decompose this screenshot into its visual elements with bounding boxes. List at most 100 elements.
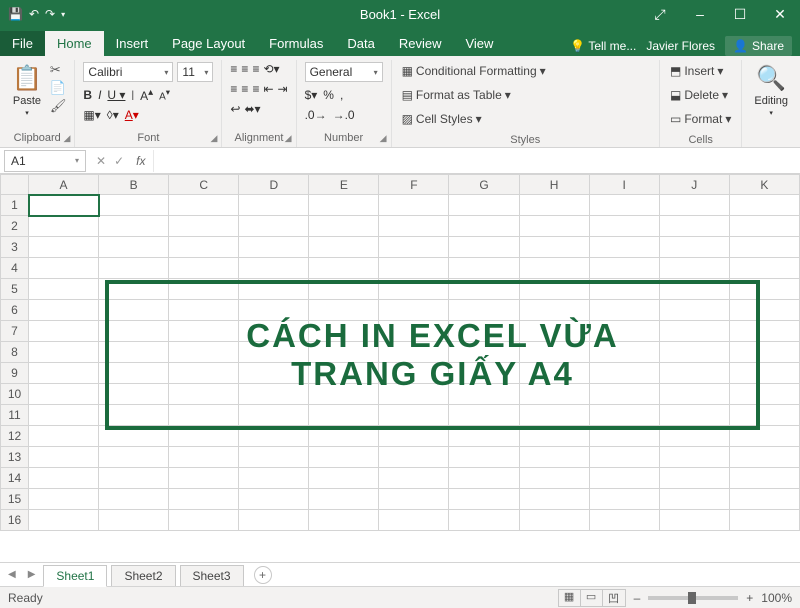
cell-J5[interactable] (659, 279, 729, 300)
cell-G1[interactable] (449, 195, 519, 216)
cell-G14[interactable] (449, 468, 519, 489)
qat-customize-icon[interactable]: ▾ (61, 10, 65, 19)
font-color-icon[interactable]: A▾ (125, 108, 139, 122)
cell-B16[interactable] (99, 510, 169, 531)
cell-E16[interactable] (309, 510, 379, 531)
sheet-nav-next[interactable]: ▶ (24, 569, 40, 580)
cell-D10[interactable] (239, 384, 309, 405)
cell-J11[interactable] (659, 405, 729, 426)
cell-K11[interactable] (729, 405, 799, 426)
cell-D9[interactable] (239, 363, 309, 384)
cell-F6[interactable] (379, 300, 449, 321)
format-cells-button[interactable]: ▭Format ▾ (668, 110, 733, 128)
editing-button[interactable]: 🔍 Editing ▾ (750, 62, 792, 119)
cell-K1[interactable] (729, 195, 799, 216)
cell-F10[interactable] (379, 384, 449, 405)
cell-H8[interactable] (519, 342, 589, 363)
cell-E14[interactable] (309, 468, 379, 489)
cell-K2[interactable] (729, 216, 799, 237)
cell-F1[interactable] (379, 195, 449, 216)
cell-A8[interactable] (29, 342, 99, 363)
cell-A6[interactable] (29, 300, 99, 321)
cell-J6[interactable] (659, 300, 729, 321)
cell-F2[interactable] (379, 216, 449, 237)
increase-decimal-icon[interactable]: .0→ (305, 108, 327, 122)
cell-H10[interactable] (519, 384, 589, 405)
cell-G12[interactable] (449, 426, 519, 447)
close-button[interactable]: ✕ (760, 0, 800, 28)
cell-E13[interactable] (309, 447, 379, 468)
insert-cells-button[interactable]: ⬒Insert ▾ (668, 62, 733, 80)
cell-E6[interactable] (309, 300, 379, 321)
cell-B13[interactable] (99, 447, 169, 468)
underline-button[interactable]: U ▾ (107, 88, 125, 102)
font-size-select[interactable]: 11▾ (177, 62, 213, 82)
cell-G9[interactable] (449, 363, 519, 384)
cell-K6[interactable] (729, 300, 799, 321)
col-header-J[interactable]: J (659, 175, 729, 195)
fx-icon[interactable]: fx (136, 154, 145, 168)
cell-B11[interactable] (99, 405, 169, 426)
cell-I11[interactable] (589, 405, 659, 426)
cell-C4[interactable] (169, 258, 239, 279)
cell-K3[interactable] (729, 237, 799, 258)
tab-view[interactable]: View (453, 31, 505, 56)
cell-H3[interactable] (519, 237, 589, 258)
cell-J10[interactable] (659, 384, 729, 405)
cell-F9[interactable] (379, 363, 449, 384)
clipboard-dialog-launcher[interactable]: ◢ (63, 133, 70, 144)
italic-button[interactable]: I (98, 88, 101, 102)
cell-A10[interactable] (29, 384, 99, 405)
cell-G7[interactable] (449, 321, 519, 342)
cell-F5[interactable] (379, 279, 449, 300)
page-break-view-icon[interactable]: 凹 (603, 590, 625, 606)
cell-I6[interactable] (589, 300, 659, 321)
worksheet-grid[interactable]: ABCDEFGHIJK12345678910111213141516 CÁCH … (0, 174, 800, 562)
row-header-11[interactable]: 11 (1, 405, 29, 426)
cell-F15[interactable] (379, 489, 449, 510)
cell-A11[interactable] (29, 405, 99, 426)
cell-I8[interactable] (589, 342, 659, 363)
cell-D5[interactable] (239, 279, 309, 300)
comma-icon[interactable]: , (340, 88, 343, 102)
cell-K12[interactable] (729, 426, 799, 447)
cell-A5[interactable] (29, 279, 99, 300)
cell-I9[interactable] (589, 363, 659, 384)
cell-C1[interactable] (169, 195, 239, 216)
cell-J7[interactable] (659, 321, 729, 342)
row-header-5[interactable]: 5 (1, 279, 29, 300)
cell-C15[interactable] (169, 489, 239, 510)
cell-C5[interactable] (169, 279, 239, 300)
alignment-dialog-launcher[interactable]: ◢ (285, 133, 292, 144)
sheet-nav-prev[interactable]: ◀ (4, 569, 20, 580)
cell-J8[interactable] (659, 342, 729, 363)
row-header-7[interactable]: 7 (1, 321, 29, 342)
row-header-13[interactable]: 13 (1, 447, 29, 468)
tell-me[interactable]: 💡 Tell me... (570, 39, 636, 53)
cell-B9[interactable] (99, 363, 169, 384)
cell-D13[interactable] (239, 447, 309, 468)
row-header-3[interactable]: 3 (1, 237, 29, 258)
cell-J1[interactable] (659, 195, 729, 216)
cell-K5[interactable] (729, 279, 799, 300)
cell-G4[interactable] (449, 258, 519, 279)
tab-formulas[interactable]: Formulas (257, 31, 335, 56)
cell-A7[interactable] (29, 321, 99, 342)
cell-B8[interactable] (99, 342, 169, 363)
cell-D15[interactable] (239, 489, 309, 510)
cell-C13[interactable] (169, 447, 239, 468)
cell-E2[interactable] (309, 216, 379, 237)
cell-F12[interactable] (379, 426, 449, 447)
undo-icon[interactable]: ↶ (29, 7, 39, 21)
align-bottom-icon[interactable]: ≡ (252, 62, 259, 76)
cell-H15[interactable] (519, 489, 589, 510)
font-dialog-launcher[interactable]: ◢ (210, 133, 217, 144)
cell-C16[interactable] (169, 510, 239, 531)
col-header-A[interactable]: A (29, 175, 99, 195)
cell-E8[interactable] (309, 342, 379, 363)
cell-B5[interactable] (99, 279, 169, 300)
align-middle-icon[interactable]: ≡ (241, 62, 248, 76)
cell-C3[interactable] (169, 237, 239, 258)
cell-C7[interactable] (169, 321, 239, 342)
col-header-C[interactable]: C (169, 175, 239, 195)
